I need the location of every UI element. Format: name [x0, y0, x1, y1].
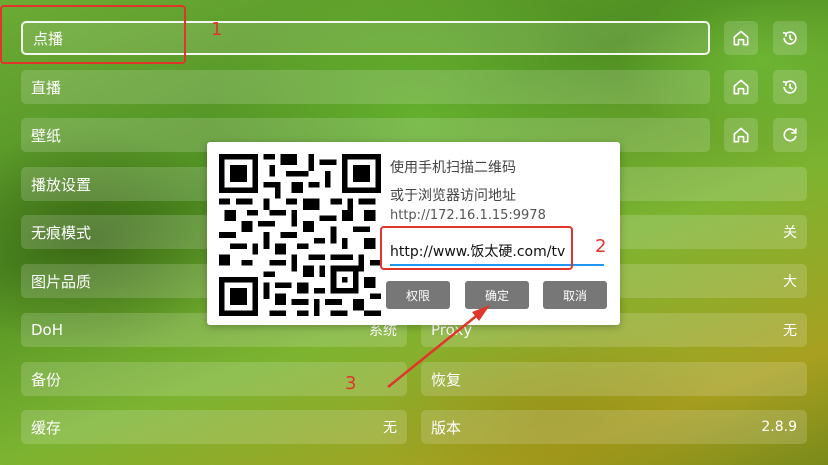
annotation-box-1 — [0, 5, 186, 64]
setting-incognito-toggle-value: 关 — [783, 225, 797, 241]
live-history-button[interactable] — [773, 70, 807, 104]
setting-playback-label: 播放设置 — [31, 175, 92, 194]
setting-version[interactable]: 版本 2.8.9 — [421, 410, 807, 444]
setting-cache-value: 无 — [383, 420, 397, 436]
setting-version-value: 2.8.9 — [761, 419, 797, 435]
setting-version-label: 版本 — [431, 418, 462, 437]
qr-code — [219, 154, 381, 316]
setting-image-quality-label: 图片品质 — [31, 272, 92, 291]
home-icon — [733, 127, 749, 143]
refresh-icon — [783, 128, 797, 142]
home-icon — [733, 30, 749, 46]
setting-cache[interactable]: 缓存 无 — [21, 410, 407, 444]
vod-home-button[interactable] — [724, 21, 758, 55]
cancel-button[interactable]: 取消 — [543, 281, 607, 309]
setting-incognito-label: 无痕模式 — [31, 223, 92, 242]
wallpaper-home-button[interactable] — [724, 118, 758, 152]
dialog-instruction-line2: 或于浏览器访问地址 — [390, 188, 516, 204]
annotation-number-3: 3 — [345, 373, 357, 394]
setting-cache-label: 缓存 — [31, 418, 62, 437]
setting-live[interactable]: 直播 — [21, 70, 710, 104]
dialog-instruction-line1: 使用手机扫描二维码 — [390, 160, 516, 176]
history-icon — [782, 80, 797, 94]
setting-restore-label: 恢复 — [431, 370, 462, 389]
annotation-box-2 — [380, 226, 573, 270]
setting-wallpaper-label: 壁纸 — [31, 126, 62, 145]
home-icon — [733, 79, 749, 95]
annotation-number-2: 2 — [595, 236, 607, 257]
setting-image-size-value: 大 — [783, 274, 797, 290]
confirm-button[interactable]: 确定 — [465, 281, 529, 309]
setting-live-label: 直播 — [31, 78, 62, 97]
dialog-address: http://172.16.1.15:9978 — [390, 208, 546, 223]
vod-history-button[interactable] — [773, 21, 807, 55]
live-home-button[interactable] — [724, 70, 758, 104]
history-icon — [782, 31, 797, 45]
setting-backup-label: 备份 — [31, 370, 62, 389]
setting-doh-label: DoH — [31, 321, 64, 339]
annotation-number-1: 1 — [211, 19, 223, 40]
setting-restore[interactable]: 恢复 — [421, 362, 807, 396]
permission-button[interactable]: 权限 — [386, 281, 450, 309]
qr-code-image — [219, 154, 381, 316]
wallpaper-refresh-button[interactable] — [773, 118, 807, 152]
setting-proxy-value: 无 — [783, 323, 797, 339]
